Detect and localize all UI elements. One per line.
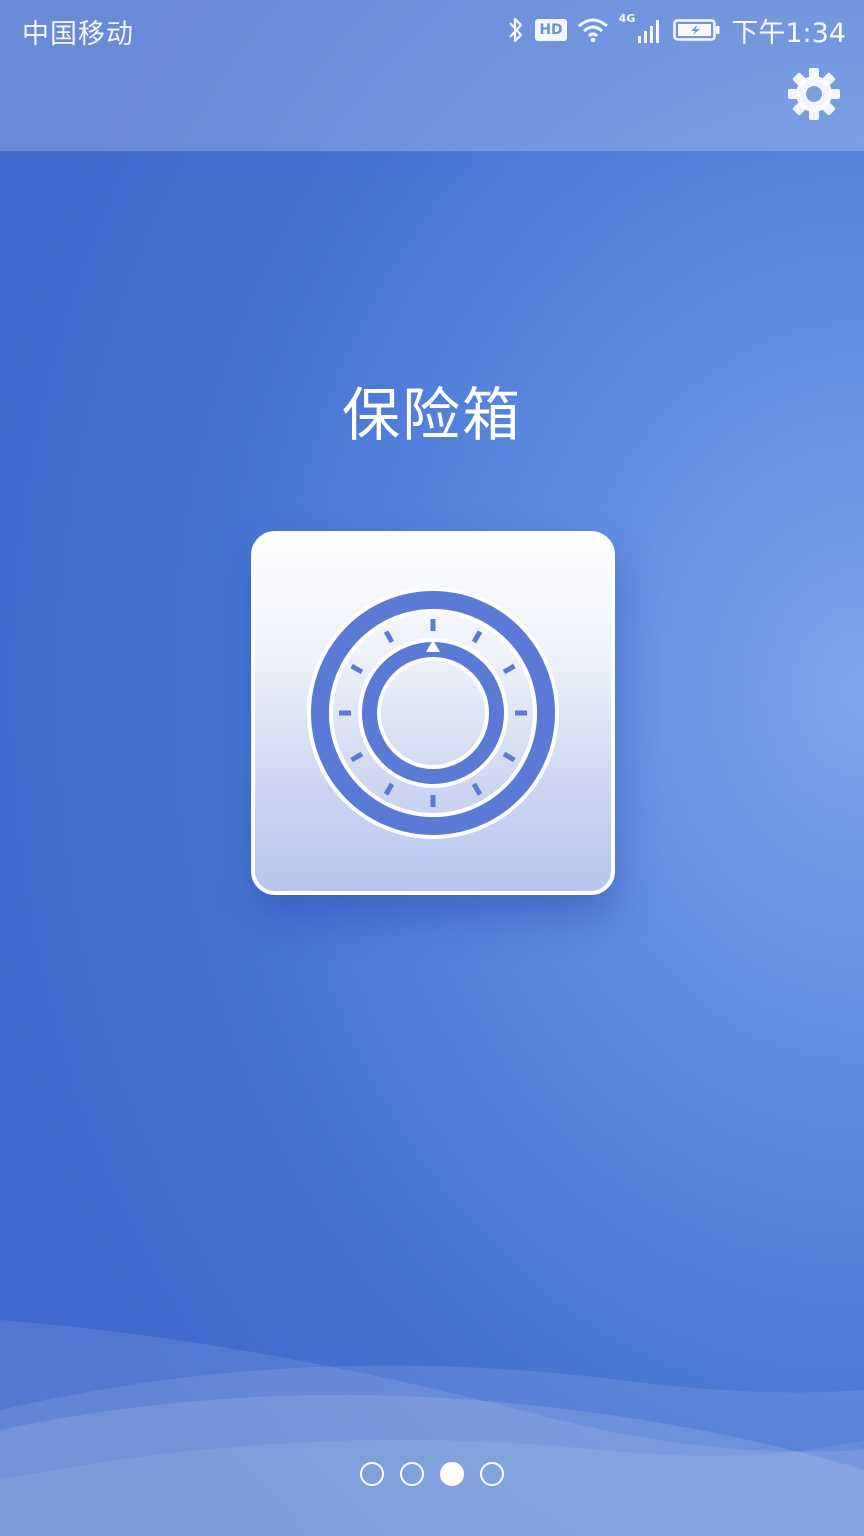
safe-feature-card[interactable] [251,531,615,895]
status-icons: HD 4G 下午1:34 [507,10,846,50]
battery-icon [673,19,720,41]
dial-tick [383,782,395,796]
page-dot[interactable] [480,1462,504,1486]
dial-tick [502,663,516,675]
page-indicator [0,1462,864,1486]
dial-tick [383,630,395,644]
page-dot-active[interactable] [440,1462,464,1486]
dial-tick [502,751,516,763]
network-type: 4G [618,12,636,25]
dial-tick [350,663,364,675]
dial-tick [471,630,483,644]
dial-tick [350,751,364,763]
page-title: 保险箱 [341,381,522,449]
status-carrier: 中国移动 [22,19,134,50]
page-dot[interactable] [400,1462,424,1486]
status-time: 下午1:34 [731,17,846,49]
signal-icon [638,20,660,43]
bluetooth-icon [509,17,523,43]
wifi-icon [577,18,608,43]
dial-tick [471,782,483,796]
bottom-wave-decoration [0,1320,864,1536]
page-dot[interactable] [360,1462,384,1486]
hd-badge: HD [535,19,567,41]
gear-icon[interactable] [786,66,842,122]
safe-dial-icon [307,587,559,839]
